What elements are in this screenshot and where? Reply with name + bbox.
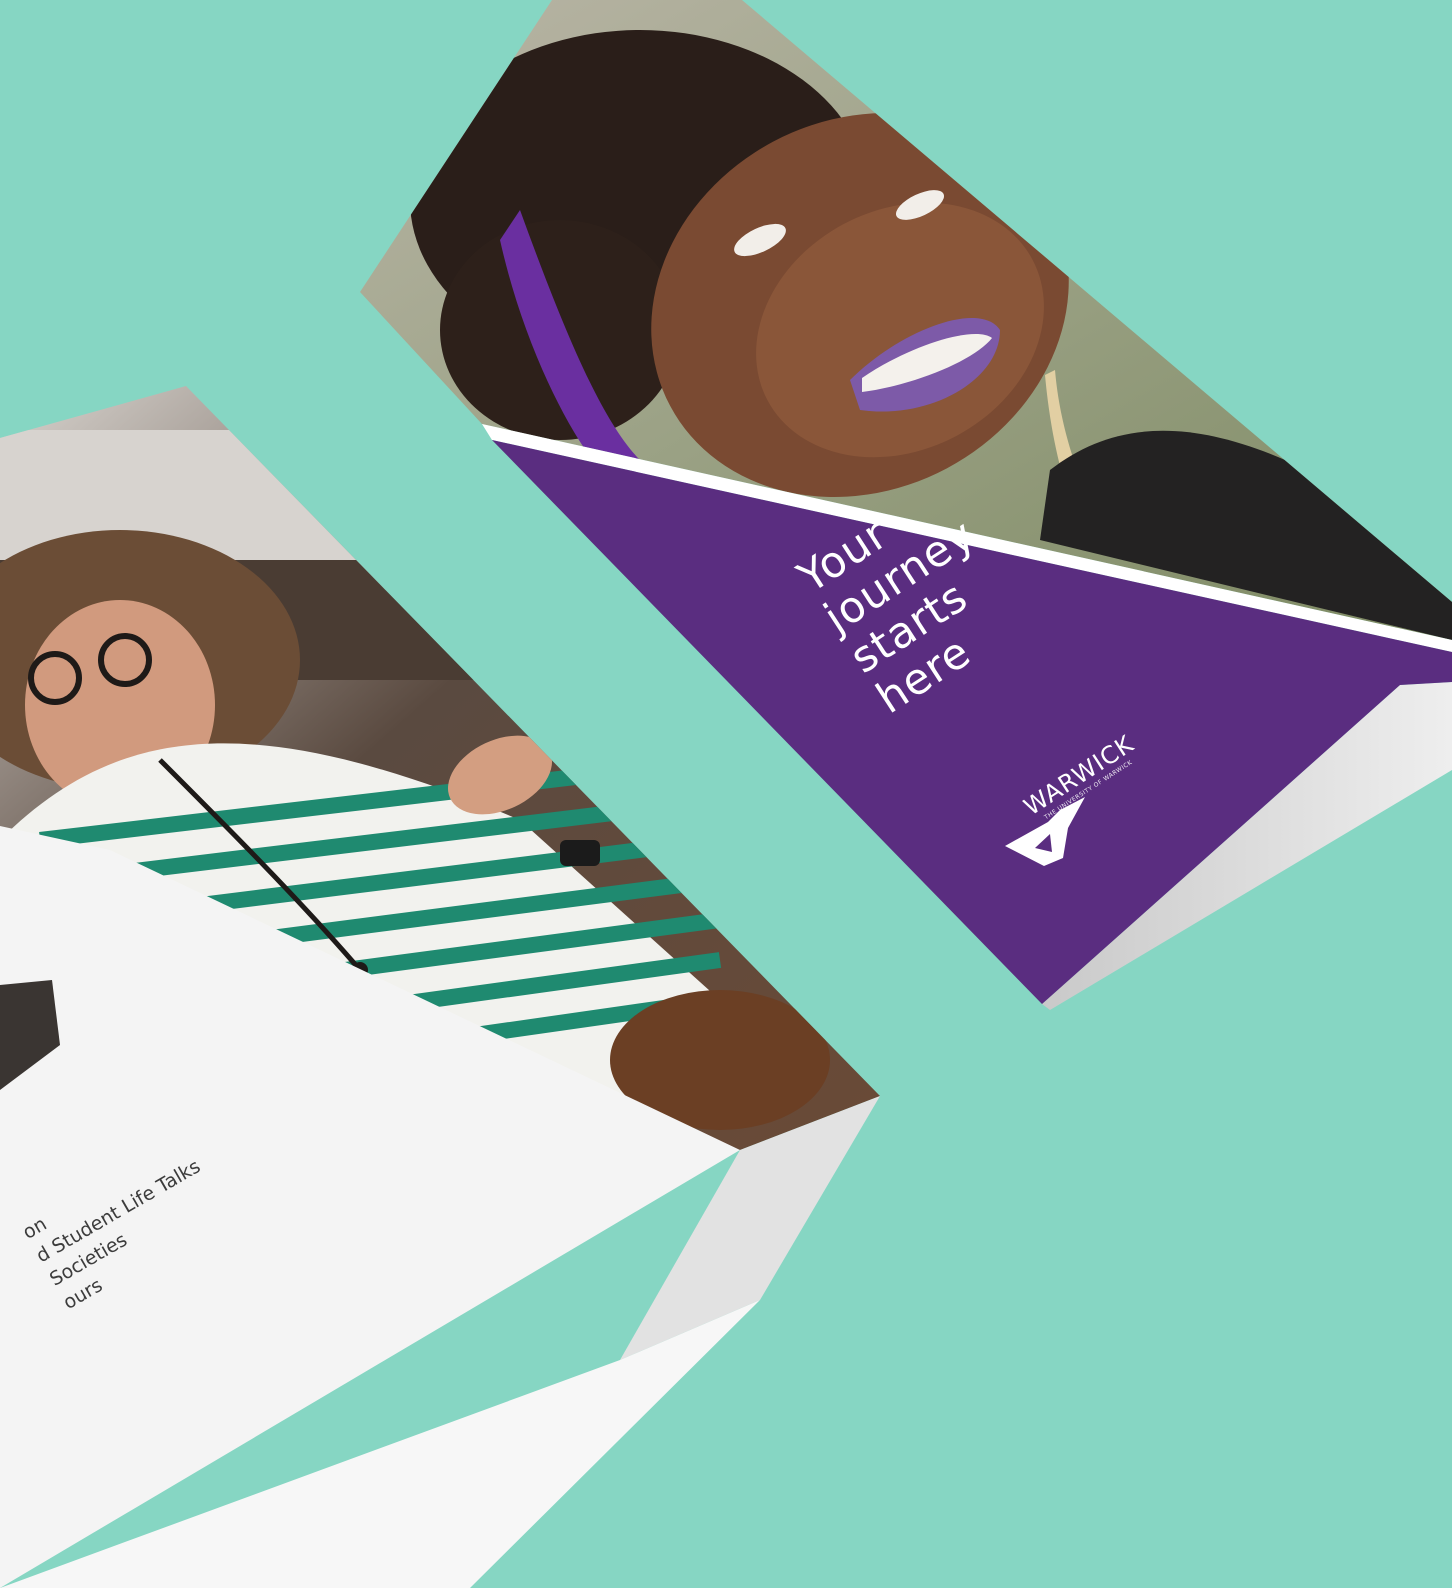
brochure-scene: Your journey starts here WARWICK THE UNI… <box>0 0 1452 1588</box>
brochure-illustration <box>0 0 1452 1588</box>
